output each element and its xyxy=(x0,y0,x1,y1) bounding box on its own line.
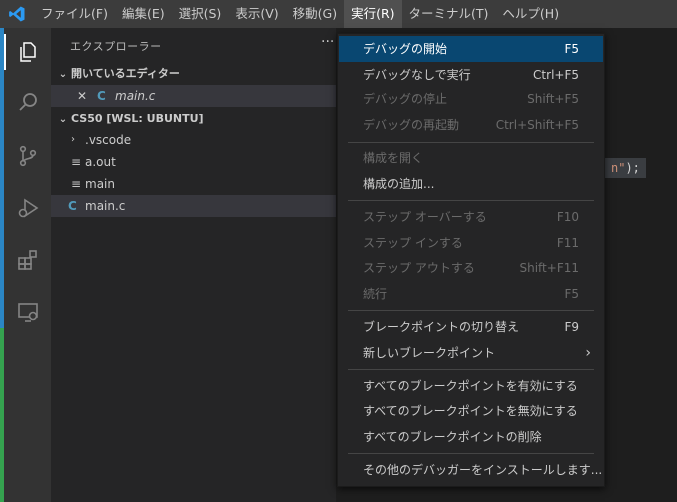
menu-item-start-debugging[interactable]: デバッグの開始 F5 xyxy=(339,36,603,62)
menu-item-step-over: ステップ オーバーする F10 xyxy=(363,210,579,224)
menu-item-enable-all-breakpoints[interactable]: すべてのブレークポイントを有効にする xyxy=(339,373,603,399)
open-editor-filename: main.c xyxy=(115,89,156,103)
activity-bar xyxy=(4,28,51,502)
menu-item-continue: 続行 F5 xyxy=(363,287,579,301)
menu-item-open-configurations: 構成を開く xyxy=(363,151,424,165)
chevron-down-icon: ⌄ xyxy=(58,69,68,80)
tree-item-vscode[interactable]: › .vscode xyxy=(51,129,336,151)
c-file-icon: C xyxy=(68,199,77,213)
menu-separator xyxy=(348,142,594,143)
code-fragment: n"); xyxy=(605,158,646,178)
menu-go[interactable]: 移動(G) xyxy=(286,0,344,28)
c-file-icon: C xyxy=(97,89,106,103)
chevron-down-icon: ⌄ xyxy=(58,114,68,125)
menu-item-add-configuration[interactable]: 構成の追加... xyxy=(339,171,603,197)
menu-separator xyxy=(348,453,594,454)
explorer-icon[interactable] xyxy=(4,28,51,76)
extensions-icon[interactable] xyxy=(4,236,51,284)
remote-explorer-icon[interactable] xyxy=(4,288,51,336)
menu-help[interactable]: ヘルプ(H) xyxy=(495,0,566,28)
menu-item-stop-debugging: デバッグの停止 Shift+F5 xyxy=(363,92,579,106)
run-menu-dropdown: デバッグの開始 F5 デバッグなしで実行 Ctrl+F5 デバッグの停止 Shift+… xyxy=(337,33,605,487)
menu-item-disable-all-breakpoints[interactable]: すべてのブレークポイントを無効にする xyxy=(339,398,603,424)
menu-run[interactable]: 実行(R) xyxy=(344,0,402,28)
menu-separator xyxy=(348,310,594,311)
menu-item-remove-all-breakpoints[interactable]: すべてのブレークポイントの削除 xyxy=(339,424,603,450)
run-debug-icon[interactable] xyxy=(4,184,51,232)
vscode-logo-icon xyxy=(0,0,34,28)
more-actions-button[interactable]: ··· xyxy=(321,34,334,50)
menu-view[interactable]: 表示(V) xyxy=(228,0,285,28)
menu-file[interactable]: ファイル(F) xyxy=(34,0,115,28)
file-lines-icon: ≡ xyxy=(71,155,82,169)
menu-item-restart-debugging: デバッグの再起動 Ctrl+Shift+F5 xyxy=(363,118,579,132)
menu-item-new-breakpoint[interactable]: 新しいブレークポイント › xyxy=(339,340,603,366)
open-editors-header[interactable]: ⌄ 開いているエディター xyxy=(51,63,336,85)
explorer-sidebar: エクスプローラー ··· ⌄ 開いているエディター ✕ C main.c ⌄ CS5… xyxy=(51,28,336,502)
tree-item-main-c[interactable]: C main.c xyxy=(51,195,336,217)
menu-item-step-out: ステップ アウトする Shift+F11 xyxy=(363,261,579,275)
chevron-right-icon: › xyxy=(585,345,591,361)
menu-item-install-debuggers[interactable]: その他のデバッガーをインストールします... xyxy=(339,457,603,483)
menu-separator xyxy=(348,200,594,201)
tree-item-aout[interactable]: ≡ a.out xyxy=(51,151,336,173)
file-lines-icon: ≡ xyxy=(71,177,82,191)
search-icon[interactable] xyxy=(4,78,51,126)
workspace-header[interactable]: ⌄ CS50 [WSL: UBUNTU] xyxy=(51,108,336,130)
source-control-icon[interactable] xyxy=(4,132,51,180)
menu-edit[interactable]: 編集(E) xyxy=(115,0,172,28)
close-icon[interactable]: ✕ xyxy=(77,85,87,107)
sidebar-title: エクスプローラー xyxy=(70,40,162,53)
menu-item-step-into: ステップ インする F11 xyxy=(363,236,579,250)
menu-terminal[interactable]: ターミナル(T) xyxy=(402,0,496,28)
open-editor-item[interactable]: ✕ C main.c xyxy=(51,85,336,107)
chevron-right-icon: › xyxy=(71,134,75,145)
menu-item-run-without-debugging[interactable]: デバッグなしで実行 Ctrl+F5 xyxy=(339,62,603,88)
menu-separator xyxy=(348,369,594,370)
menu-bar: ファイル(F) 編集(E) 選択(S) 表示(V) 移動(G) 実行(R) ター… xyxy=(0,0,677,28)
menu-selection[interactable]: 選択(S) xyxy=(172,0,229,28)
menu-item-toggle-breakpoint[interactable]: ブレークポイントの切り替え F9 xyxy=(339,314,603,340)
tree-item-main[interactable]: ≡ main xyxy=(51,173,336,195)
